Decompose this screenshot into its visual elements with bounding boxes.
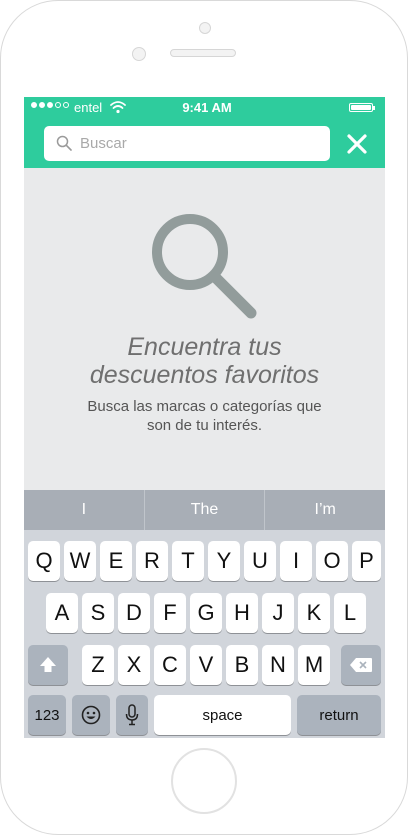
predictive-bar: I The I’m (24, 490, 385, 530)
earpiece-speaker (170, 49, 236, 57)
app-screen: entel 9:41 AM Buscar Encuentra tus descu… (24, 97, 385, 738)
delete-key[interactable] (341, 645, 381, 685)
key-j[interactable]: J (262, 593, 294, 633)
key-a[interactable]: A (46, 593, 78, 633)
key-z[interactable]: Z (82, 645, 114, 685)
status-time: 9:41 AM (182, 100, 232, 115)
battery-icon (349, 103, 375, 112)
key-s[interactable]: S (82, 593, 114, 633)
status-bar: entel 9:41 AM (24, 97, 385, 119)
backspace-icon (350, 658, 372, 672)
empty-state-description-line1: Busca las marcas o categorías que (87, 398, 322, 415)
suggestion-1[interactable]: I (24, 490, 144, 530)
empty-state-title-line2: descuentos favoritos (89, 361, 320, 389)
proximity-sensor (132, 47, 146, 61)
carrier-name: entel (74, 100, 103, 115)
key-l[interactable]: L (334, 593, 366, 633)
front-camera (199, 22, 211, 34)
empty-state-description-line2: son de tu interés. (146, 417, 263, 434)
key-u[interactable]: U (244, 541, 276, 581)
key-c[interactable]: C (154, 645, 186, 685)
key-q[interactable]: Q (28, 541, 60, 581)
shift-key[interactable] (28, 645, 68, 685)
space-key[interactable]: space (154, 695, 291, 735)
search-bar[interactable] (44, 126, 330, 161)
key-t[interactable]: T (172, 541, 204, 581)
return-key[interactable]: return (297, 695, 381, 735)
key-k[interactable]: K (298, 593, 330, 633)
wifi-icon (110, 101, 126, 114)
microphone-key[interactable] (116, 695, 148, 735)
empty-state: Encuentra tus descuentos favoritos Busca… (24, 168, 385, 490)
key-d[interactable]: D (118, 593, 150, 633)
emoji-key[interactable] (72, 695, 110, 735)
search-icon (152, 214, 257, 319)
signal-strength-icon (31, 102, 69, 108)
key-h[interactable]: H (226, 593, 258, 633)
microphone-icon (125, 704, 139, 726)
emoji-icon (81, 705, 101, 725)
key-y[interactable]: Y (208, 541, 240, 581)
key-v[interactable]: V (190, 645, 222, 685)
key-e[interactable]: E (100, 541, 132, 581)
key-b[interactable]: B (226, 645, 258, 685)
search-icon (56, 135, 72, 151)
key-x[interactable]: X (118, 645, 150, 685)
numbers-key[interactable]: 123 (28, 695, 66, 735)
key-f[interactable]: F (154, 593, 186, 633)
key-w[interactable]: W (64, 541, 96, 581)
key-p[interactable]: P (352, 541, 381, 581)
key-g[interactable]: G (190, 593, 222, 633)
suggestion-2[interactable]: The (143, 490, 265, 530)
suggestion-3[interactable]: I’m (264, 490, 385, 530)
empty-state-title-line1: Encuentra tus (127, 333, 282, 361)
empty-state-title: Encuentra tus descuentos favoritos (24, 333, 385, 389)
empty-state-description: Busca las marcas o categorías que son de… (64, 397, 345, 435)
key-n[interactable]: N (262, 645, 294, 685)
key-m[interactable]: M (298, 645, 330, 685)
shift-icon (40, 657, 56, 672)
close-icon[interactable] (342, 129, 372, 159)
keyboard: I The I’m Q W E R T Y U I O P A S D F G … (24, 490, 385, 738)
key-o[interactable]: O (316, 541, 348, 581)
key-r[interactable]: R (136, 541, 168, 581)
search-header: entel 9:41 AM (24, 97, 385, 168)
search-input[interactable] (80, 126, 320, 161)
key-i[interactable]: I (280, 541, 312, 581)
home-button[interactable] (171, 748, 237, 814)
